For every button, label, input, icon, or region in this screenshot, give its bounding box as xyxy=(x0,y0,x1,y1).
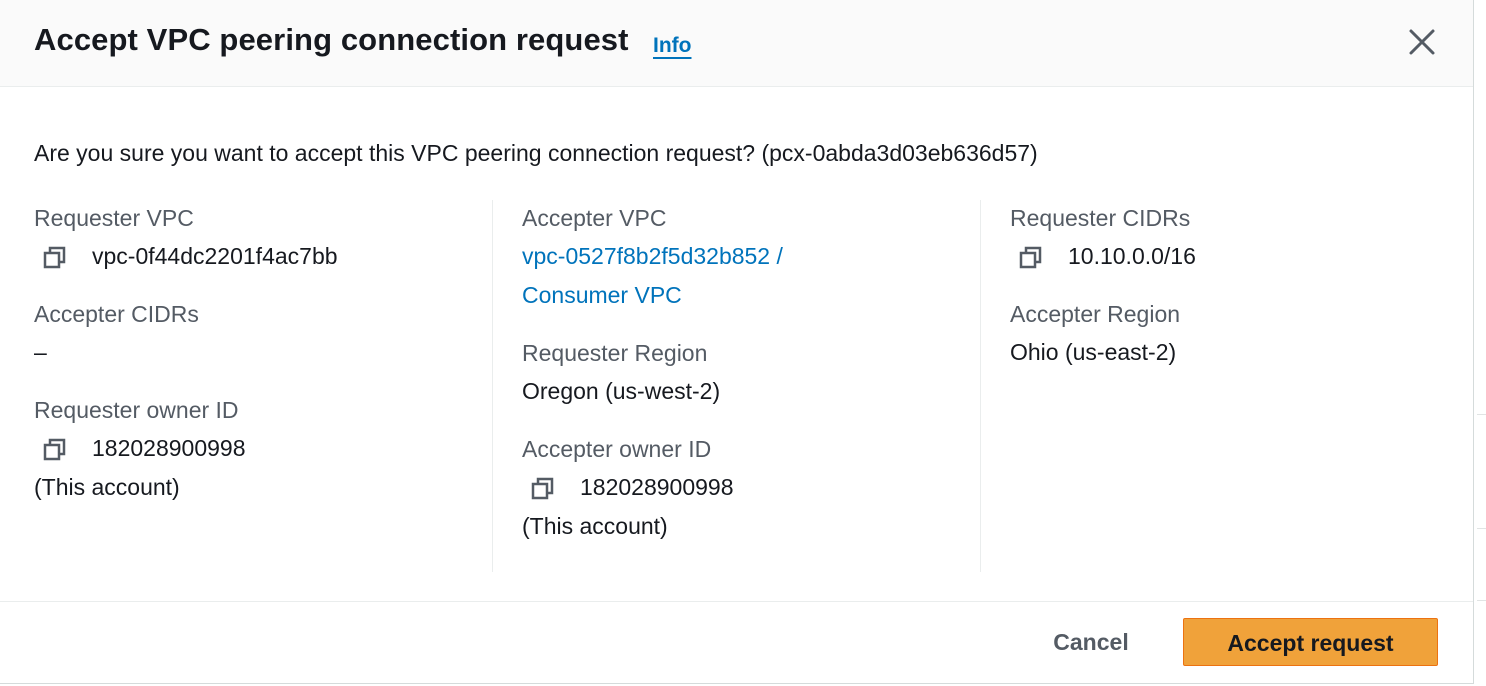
requester-region-label: Requester Region xyxy=(522,340,708,366)
copy-icon[interactable] xyxy=(42,244,68,270)
background-edge xyxy=(1475,0,1486,686)
background-divider xyxy=(1477,414,1486,415)
confirmation-text: Are you sure you want to accept this VPC… xyxy=(34,140,1038,166)
requester-vpc-label: Requester VPC xyxy=(34,205,194,231)
accepter-owner-id-field: Accepter owner ID 182028900998 (This acc… xyxy=(522,431,982,546)
modal-header: Accept VPC peering connection request In… xyxy=(0,0,1473,87)
requester-vpc-field: Requester VPC vpc-0f44dc2201f4ac7bb xyxy=(34,200,494,276)
requester-region-field: Requester Region Oregon (us-west-2) xyxy=(522,335,982,411)
accepter-cidrs-value: – xyxy=(34,339,47,365)
details-column-3: Requester CIDRs 10.10.0.0/16 Accepter Re… xyxy=(1010,200,1470,392)
accepter-vpc-field: Accepter VPC vpc-0527f8b2f5d32b852 / Con… xyxy=(522,200,982,315)
requester-vpc-value: vpc-0f44dc2201f4ac7bb xyxy=(92,243,338,269)
accepter-owner-id-label: Accepter owner ID xyxy=(522,436,712,462)
copy-icon[interactable] xyxy=(42,436,68,462)
accept-request-button[interactable]: Accept request xyxy=(1183,618,1438,666)
copy-icon[interactable] xyxy=(1018,244,1044,270)
background-divider xyxy=(1477,600,1486,601)
accepter-region-field: Accepter Region Ohio (us-east-2) xyxy=(1010,296,1470,372)
close-icon xyxy=(1409,29,1435,55)
requester-region-value: Oregon (us-west-2) xyxy=(522,378,721,404)
background-divider xyxy=(1477,528,1486,529)
close-button[interactable] xyxy=(1404,24,1440,60)
accepter-owner-note: (This account) xyxy=(522,513,668,539)
cancel-button[interactable]: Cancel xyxy=(1036,617,1146,665)
requester-cidrs-label: Requester CIDRs xyxy=(1010,205,1191,231)
requester-cidrs-value-row: 10.10.0.0/16 xyxy=(1010,237,1470,276)
accepter-owner-id-value-row: 182028900998 xyxy=(522,468,982,507)
modal-footer: Cancel Accept request xyxy=(0,601,1473,685)
details-column-1: Requester VPC vpc-0f44dc2201f4ac7bb Acce… xyxy=(34,200,494,527)
accepter-region-value: Ohio (us-east-2) xyxy=(1010,339,1177,365)
modal-title: Accept VPC peering connection request xyxy=(34,22,629,57)
accepter-cidrs-label: Accepter CIDRs xyxy=(34,301,199,327)
accept-peering-modal: Accept VPC peering connection request In… xyxy=(0,0,1474,684)
copy-icon[interactable] xyxy=(530,475,556,501)
requester-owner-id-value-row: 182028900998 xyxy=(34,429,494,468)
details-column-2: Accepter VPC vpc-0527f8b2f5d32b852 / Con… xyxy=(522,200,982,566)
requester-owner-id-value: 182028900998 xyxy=(92,435,246,461)
accepter-vpc-label: Accepter VPC xyxy=(522,205,667,231)
requester-cidrs-value: 10.10.0.0/16 xyxy=(1068,243,1196,269)
requester-owner-id-field: Requester owner ID 182028900998 (This ac… xyxy=(34,392,494,507)
requester-owner-note: (This account) xyxy=(34,474,180,500)
requester-vpc-value-row: vpc-0f44dc2201f4ac7bb xyxy=(34,237,494,276)
info-link[interactable]: Info xyxy=(653,34,691,58)
accepter-owner-id-value: 182028900998 xyxy=(580,474,734,500)
accepter-cidrs-field: Accepter CIDRs – xyxy=(34,296,494,372)
requester-owner-id-label: Requester owner ID xyxy=(34,397,239,423)
requester-cidrs-field: Requester CIDRs 10.10.0.0/16 xyxy=(1010,200,1470,276)
accepter-vpc-link[interactable]: vpc-0527f8b2f5d32b852 / xyxy=(522,237,982,276)
accepter-region-label: Accepter Region xyxy=(1010,301,1181,327)
accepter-vpc-name-link[interactable]: Consumer VPC xyxy=(522,276,982,315)
